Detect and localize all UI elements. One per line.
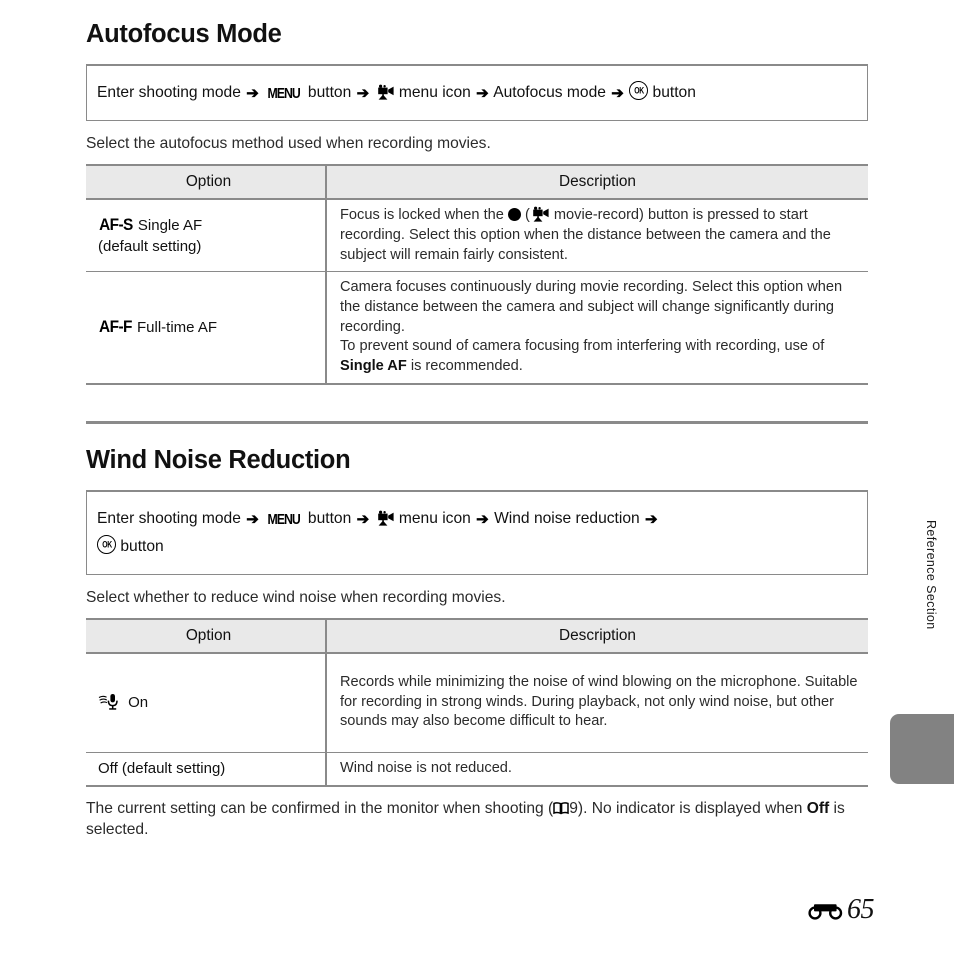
option-cell-off: Off (default setting)	[86, 752, 327, 788]
column-header-option: Option	[86, 617, 327, 654]
arrow-right-icon: ➔	[356, 85, 370, 103]
af-s-code-label: AF-S	[99, 216, 133, 235]
page-folio: 65	[808, 894, 875, 926]
path-menu-button-text: button	[307, 84, 352, 102]
description-cell-off: Wind noise is not reduced.	[326, 752, 868, 788]
section-footnote: The current setting can be confirmed in …	[86, 798, 868, 840]
desc-text-1: Focus is locked when the	[340, 207, 508, 224]
column-header-description: Description	[326, 617, 868, 654]
table-header-row: Option Description	[86, 617, 868, 654]
footnote-text-2: 9). No indicator is displayed when	[569, 800, 807, 818]
desc-text-1: Wind noise is not reduced.	[340, 760, 512, 777]
arrow-right-icon: ➔	[246, 511, 259, 529]
record-dot-icon	[507, 208, 521, 222]
emphasis-off: Off	[806, 800, 830, 818]
path-menu-item: Autofocus mode	[493, 84, 606, 102]
page-number: 65	[847, 894, 875, 925]
menu-button-icon: MENU	[267, 511, 301, 529]
table-header-row: Option Description	[86, 164, 868, 201]
movie-camera-icon	[377, 84, 394, 100]
option-label: On	[128, 693, 149, 711]
table-row: AF-S Single AF (default setting) Focus i…	[86, 199, 868, 273]
section-lead-text: Select the autofocus method used when re…	[86, 135, 491, 153]
side-tab-label: Reference Section	[924, 520, 938, 630]
desc-text-3: is recommended.	[406, 358, 523, 375]
table-row: On Records while minimizing the noise of…	[86, 652, 868, 753]
path-ok-button-text: button	[120, 538, 164, 556]
page-title: Wind Noise Reduction	[86, 446, 351, 474]
arrow-right-icon: ➔	[356, 511, 370, 529]
description-cell-on: Records while minimizing the noise of wi…	[326, 652, 868, 753]
ok-button-icon	[97, 535, 116, 555]
book-icon	[553, 802, 569, 815]
autofocus-options-table: Option Description AF-S Single AF (defau…	[86, 164, 868, 385]
wind-noise-options-table: Option Description On Records while mini…	[86, 617, 868, 788]
arrow-right-icon: ➔	[476, 511, 489, 529]
description-paragraph: Wind noise is not reduced.	[340, 759, 862, 779]
option-cell-on: On	[86, 652, 327, 753]
option-cell-full-time-af: AF-F Full-time AF	[86, 271, 327, 385]
path-prefix: Enter shooting mode	[97, 510, 241, 528]
table-row: AF-F Full-time AF Camera focuses continu…	[86, 271, 868, 385]
af-f-code-label: AF-F	[99, 318, 132, 337]
wind-noise-mic-icon	[98, 693, 118, 710]
arrow-right-icon: ➔	[645, 511, 658, 529]
option-label: Full-time AF	[136, 319, 217, 337]
section-wind-noise-reduction: Wind Noise Reduction Enter shooting mode…	[86, 446, 868, 856]
desc-text-2: To prevent sound of camera focusing from…	[340, 338, 825, 355]
description-cell-single-af: Focus is locked when the ( movie-record)…	[326, 199, 868, 273]
option-label: Off (default setting)	[98, 759, 226, 777]
arrow-right-icon: ➔	[476, 85, 489, 103]
path-movie-menu-text: menu icon	[398, 510, 471, 528]
navigation-path-box-wind-noise: Enter shooting mode ➔ MENU button ➔ menu…	[86, 490, 868, 575]
path-movie-menu-text: menu icon	[398, 84, 471, 102]
option-cell-single-af: AF-S Single AF (default setting)	[86, 199, 327, 273]
description-paragraph: Camera focuses continuously during movie…	[340, 278, 862, 337]
movie-camera-icon	[533, 206, 549, 222]
path-prefix: Enter shooting mode	[97, 84, 241, 102]
footnote-text-1: The current setting can be confirmed in …	[86, 800, 554, 818]
description-paragraph: Focus is locked when the ( movie-record)…	[340, 206, 862, 265]
emphasis-single-af: Single AF	[340, 358, 407, 375]
section-autofocus-mode: Autofocus Mode Enter shooting mode ➔ MEN…	[86, 20, 868, 385]
description-paragraph: To prevent sound of camera focusing from…	[340, 337, 862, 376]
path-menu-item: Wind noise reduction	[494, 510, 640, 528]
option-default-note: (default setting)	[98, 238, 202, 256]
table-row: Off (default setting) Wind noise is not …	[86, 752, 868, 788]
description-cell-full-time-af: Camera focuses continuously during movie…	[326, 271, 868, 385]
movie-camera-icon	[377, 510, 394, 526]
side-tab-marker	[890, 714, 954, 784]
ok-button-icon	[629, 81, 649, 101]
reference-section-icon	[808, 904, 843, 920]
column-header-description: Description	[326, 164, 868, 201]
section-divider	[86, 421, 868, 424]
page-title: Autofocus Mode	[86, 20, 282, 48]
section-lead-text: Select whether to reduce wind noise when…	[86, 588, 506, 606]
option-label: Single AF	[137, 217, 203, 235]
arrow-right-icon: ➔	[246, 85, 259, 103]
desc-text-1: Camera focuses continuously during movie…	[340, 279, 843, 335]
navigation-path-box-autofocus: Enter shooting mode ➔ MENU button ➔ menu…	[86, 64, 868, 122]
path-menu-button-text: button	[307, 510, 352, 528]
path-ok-button-text: button	[652, 84, 696, 102]
arrow-right-icon: ➔	[611, 85, 624, 103]
desc-text-1: Records while minimizing the noise of wi…	[340, 674, 858, 730]
manual-page: Autofocus Mode Enter shooting mode ➔ MEN…	[0, 0, 954, 954]
menu-button-icon: MENU	[267, 85, 301, 103]
column-header-option: Option	[86, 164, 327, 201]
description-paragraph: Records while minimizing the noise of wi…	[340, 673, 862, 732]
desc-text-2: (	[520, 207, 530, 224]
